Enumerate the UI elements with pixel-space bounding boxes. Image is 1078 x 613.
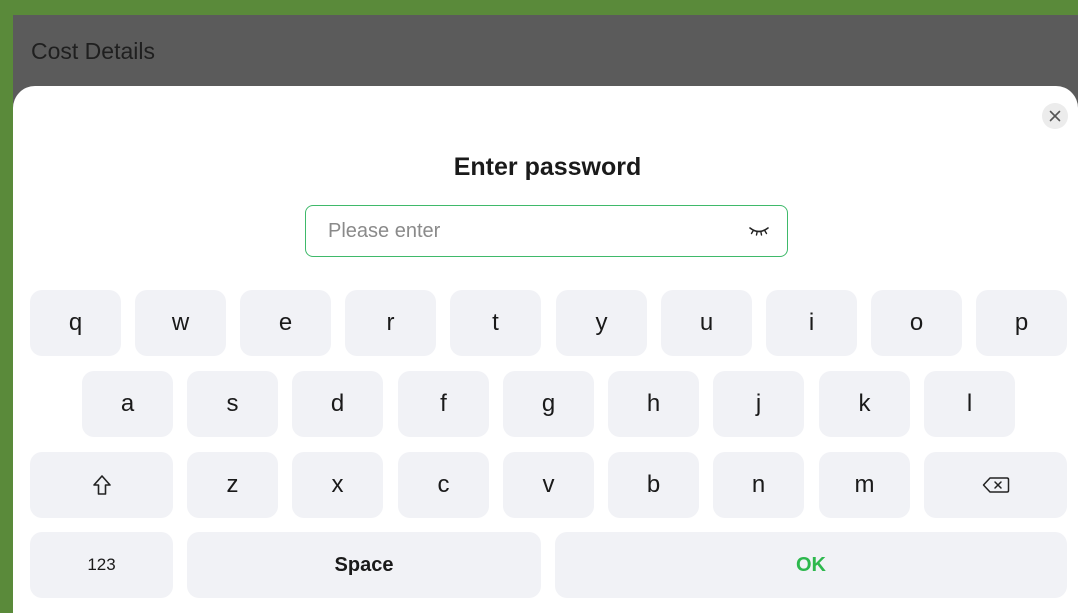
key-s[interactable]: s (187, 371, 278, 437)
key-label: b (646, 471, 661, 498)
key-label: v (542, 471, 555, 498)
key-k[interactable]: k (819, 371, 910, 437)
key-label: Space (334, 553, 394, 576)
key-label: OK (796, 553, 826, 576)
toggle-visibility-button[interactable] (747, 222, 771, 240)
key-label: k (858, 390, 871, 417)
key-g[interactable]: g (503, 371, 594, 437)
key-u[interactable]: u (661, 290, 752, 356)
shift-icon (92, 475, 111, 495)
key-label: w (171, 309, 190, 336)
key-label: j (755, 390, 762, 417)
key-f[interactable]: f (398, 371, 489, 437)
key-d[interactable]: d (292, 371, 383, 437)
key-label: o (909, 309, 924, 336)
key-label: r (386, 309, 395, 336)
key-i[interactable]: i (766, 290, 857, 356)
key-n[interactable]: n (713, 452, 804, 518)
key-label: x (331, 471, 344, 498)
key-label: 123 (87, 555, 116, 574)
key-y[interactable]: y (556, 290, 647, 356)
key-label: a (120, 390, 135, 417)
key-label: n (751, 471, 766, 498)
key-label: c (437, 471, 450, 498)
key-a[interactable]: a (82, 371, 173, 437)
eye-closed-icon (749, 227, 769, 236)
key-label: q (68, 309, 83, 336)
key-t[interactable]: t (450, 290, 541, 356)
key-label: d (330, 390, 345, 417)
key-l[interactable]: l (924, 371, 1015, 437)
key-label: l (966, 390, 973, 417)
password-input[interactable] (328, 206, 728, 256)
shift-key[interactable] (30, 452, 173, 518)
key-label: u (699, 309, 714, 336)
key-label: h (646, 390, 661, 417)
dialog-title: Enter password (453, 153, 642, 181)
key-label: i (808, 309, 815, 336)
key-h[interactable]: h (608, 371, 699, 437)
backspace-key[interactable] (924, 452, 1067, 518)
key-q[interactable]: q (30, 290, 121, 356)
key-label: y (595, 309, 608, 336)
key-p[interactable]: p (976, 290, 1067, 356)
key-e[interactable]: e (240, 290, 331, 356)
space-key[interactable]: Space (187, 532, 541, 598)
key-r[interactable]: r (345, 290, 436, 356)
key-b[interactable]: b (608, 452, 699, 518)
key-v[interactable]: v (503, 452, 594, 518)
key-label: p (1014, 309, 1029, 336)
password-dialog: Enter password q w e r t y u i o p a s d… (13, 86, 1078, 613)
backspace-icon (982, 477, 1009, 493)
page-title: Cost Details (31, 38, 155, 64)
key-label: g (541, 390, 556, 417)
close-icon (1049, 110, 1061, 122)
close-button[interactable] (1042, 103, 1068, 129)
numbers-key[interactable]: 123 (30, 532, 173, 598)
key-o[interactable]: o (871, 290, 962, 356)
key-label: m (854, 471, 875, 498)
key-label: s (226, 390, 239, 417)
password-field (305, 205, 788, 257)
key-label: f (440, 390, 447, 417)
ok-button[interactable]: OK (555, 532, 1067, 598)
key-z[interactable]: z (187, 452, 278, 518)
key-j[interactable]: j (713, 371, 804, 437)
key-m[interactable]: m (819, 452, 910, 518)
key-label: z (226, 471, 239, 498)
key-w[interactable]: w (135, 290, 226, 356)
key-label: e (278, 309, 293, 336)
key-x[interactable]: x (292, 452, 383, 518)
key-label: t (492, 309, 499, 336)
key-c[interactable]: c (398, 452, 489, 518)
